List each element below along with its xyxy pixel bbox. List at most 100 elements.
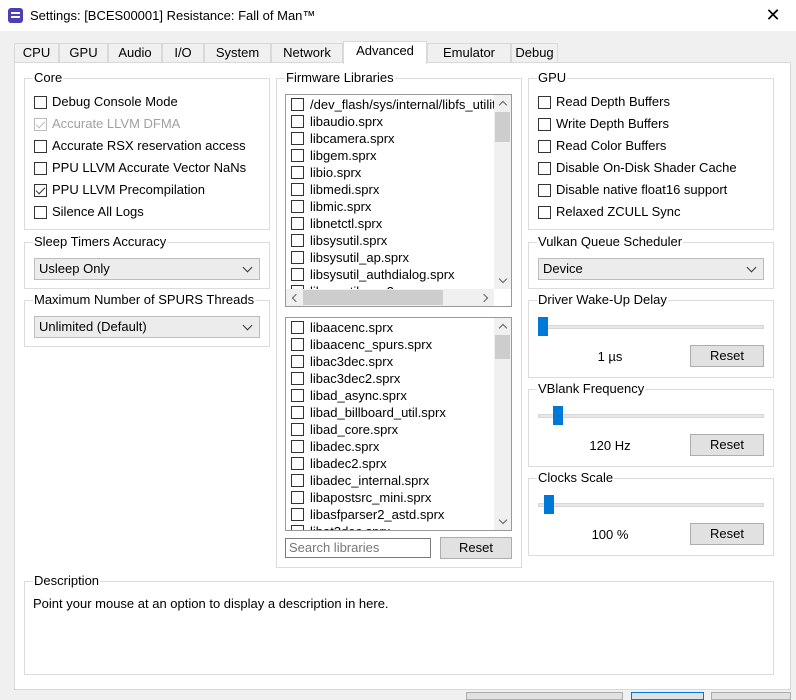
- checkbox-box[interactable]: [291, 525, 304, 530]
- sleep-timers-group: Sleep Timers Accuracy Usleep Only: [24, 234, 270, 289]
- checkbox-box[interactable]: [538, 184, 551, 197]
- search-libraries-input[interactable]: Search libraries: [285, 538, 431, 558]
- tab-network[interactable]: Network: [271, 43, 343, 63]
- checkbox-box[interactable]: [34, 206, 47, 219]
- driver-wakeup-slider-thumb[interactable]: [538, 317, 548, 336]
- checkbox-box[interactable]: [291, 132, 304, 145]
- firmware-list-bottom[interactable]: libaacenc.sprx libaacenc_spurs.sprx libac3…: [285, 317, 512, 531]
- checkbox-box[interactable]: [538, 206, 551, 219]
- driver-wakeup-slider-track[interactable]: [538, 325, 764, 329]
- chevron-down-icon: [242, 262, 253, 273]
- clocks-scale-slider-track[interactable]: [538, 503, 764, 507]
- checkbox-box[interactable]: [291, 355, 304, 368]
- checkbox-box[interactable]: [291, 98, 304, 111]
- bottom-button-partial[interactable]: [466, 692, 623, 700]
- checkbox-box[interactable]: [291, 457, 304, 470]
- checkbox-box: [34, 118, 47, 131]
- spurs-threads-select[interactable]: Unlimited (Default): [34, 316, 260, 338]
- checkbox-box[interactable]: [538, 140, 551, 153]
- vertical-scrollbar[interactable]: [494, 318, 511, 530]
- checkbox-box[interactable]: [291, 423, 304, 436]
- close-icon[interactable]: ✕: [750, 0, 796, 31]
- checkbox-box[interactable]: [538, 162, 551, 175]
- scroll-thumb[interactable]: [303, 290, 443, 305]
- vblank-reset-button[interactable]: Reset: [690, 434, 764, 456]
- checkbox-label: Read Color Buffers: [556, 138, 667, 153]
- checkbox-box[interactable]: [291, 338, 304, 351]
- library-name: libcamera.sprx: [310, 131, 395, 146]
- spurs-threads-title: Maximum Number of SPURS Threads: [33, 292, 256, 308]
- bottom-button-default-partial[interactable]: [631, 692, 704, 700]
- tab-debug[interactable]: Debug: [511, 43, 558, 63]
- checkbox-box[interactable]: [34, 140, 47, 153]
- bottom-button-partial[interactable]: [711, 692, 791, 700]
- select-value: Unlimited (Default): [39, 319, 147, 334]
- library-name: libat3dec.sprx: [310, 523, 390, 530]
- tab-advanced[interactable]: Advanced: [343, 41, 427, 64]
- horizontal-scrollbar[interactable]: [286, 289, 494, 306]
- title-bar: Settings: [BCES00001] Resistance: Fall o…: [0, 0, 796, 31]
- library-name: libad_billboard_util.sprx: [310, 405, 446, 420]
- firmware-list-top[interactable]: /dev_flash/sys/internal/libfs_utility_in…: [285, 94, 512, 307]
- driver-wakeup-reset-button[interactable]: Reset: [690, 345, 764, 367]
- checkbox-box[interactable]: [291, 406, 304, 419]
- checkbox-box[interactable]: [291, 321, 304, 334]
- checkbox-box[interactable]: [34, 184, 47, 197]
- spurs-threads-group: Maximum Number of SPURS Threads Unlimite…: [24, 292, 270, 347]
- checkbox-box[interactable]: [291, 251, 304, 264]
- tab-system[interactable]: System: [204, 43, 271, 63]
- checkbox-box[interactable]: [291, 474, 304, 487]
- library-name: libsysutil_ap.sprx: [310, 250, 409, 265]
- scroll-thumb[interactable]: [495, 335, 510, 359]
- clocks-scale-reset-button[interactable]: Reset: [690, 523, 764, 545]
- checkbox-box[interactable]: [291, 149, 304, 162]
- scroll-down-icon[interactable]: [494, 513, 511, 530]
- vblank-slider-track[interactable]: [538, 414, 764, 418]
- tab-io[interactable]: I/O: [162, 43, 204, 63]
- clocks-scale-slider-thumb[interactable]: [544, 495, 555, 514]
- vulkan-queue-select[interactable]: Device: [538, 258, 764, 280]
- checkbox-box[interactable]: [538, 96, 551, 109]
- checkbox-box[interactable]: [34, 96, 47, 109]
- checkbox-box[interactable]: [291, 217, 304, 230]
- library-name: libgem.sprx: [310, 148, 377, 163]
- tab-emulator[interactable]: Emulator: [427, 43, 511, 63]
- checkbox-box[interactable]: [291, 200, 304, 213]
- vblank-slider-thumb[interactable]: [553, 406, 564, 425]
- checkbox-box[interactable]: [291, 183, 304, 196]
- checkbox-box[interactable]: [291, 508, 304, 521]
- checkbox-box[interactable]: [291, 166, 304, 179]
- checkbox-box[interactable]: [291, 372, 304, 385]
- scroll-left-icon[interactable]: [286, 289, 303, 306]
- checkbox-box[interactable]: [291, 234, 304, 247]
- library-name: libaacenc_spurs.sprx: [310, 337, 433, 352]
- checkbox-box[interactable]: [291, 440, 304, 453]
- scroll-up-icon[interactable]: [494, 95, 511, 112]
- tab-gpu[interactable]: GPU: [59, 43, 108, 63]
- vertical-scrollbar[interactable]: [494, 95, 511, 289]
- sleep-timers-select[interactable]: Usleep Only: [34, 258, 260, 280]
- checkbox-label: Disable On-Disk Shader Cache: [556, 160, 737, 175]
- gpu-title: GPU: [537, 70, 568, 86]
- scroll-up-icon[interactable]: [494, 318, 511, 335]
- scroll-down-icon[interactable]: [494, 272, 511, 289]
- clocks-scale-value: 100 %: [591, 527, 629, 542]
- checkbox-box[interactable]: [291, 491, 304, 504]
- checkbox-box[interactable]: [34, 162, 47, 175]
- checkbox-box[interactable]: [538, 118, 551, 131]
- checkbox-label: Accurate RSX reservation access: [52, 138, 246, 153]
- select-value: Usleep Only: [39, 261, 110, 276]
- checkbox-box[interactable]: [291, 268, 304, 281]
- tab-audio[interactable]: Audio: [108, 43, 162, 63]
- checkbox-label: Read Depth Buffers: [556, 94, 670, 109]
- library-name: libac3dec.sprx: [310, 354, 394, 369]
- checkbox-label: PPU LLVM Accurate Vector NaNs: [52, 160, 247, 175]
- checkbox-box[interactable]: [291, 389, 304, 402]
- tab-cpu[interactable]: CPU: [14, 43, 59, 63]
- scroll-right-icon[interactable]: [477, 289, 494, 306]
- firmware-reset-button[interactable]: Reset: [440, 537, 512, 559]
- firmware-libraries-group: Firmware Libraries /dev_flash/sys/intern…: [276, 70, 522, 568]
- advanced-panel: Core Debug Console Mode Accurate LLVM DF…: [14, 62, 791, 690]
- scroll-thumb[interactable]: [495, 112, 510, 142]
- checkbox-box[interactable]: [291, 115, 304, 128]
